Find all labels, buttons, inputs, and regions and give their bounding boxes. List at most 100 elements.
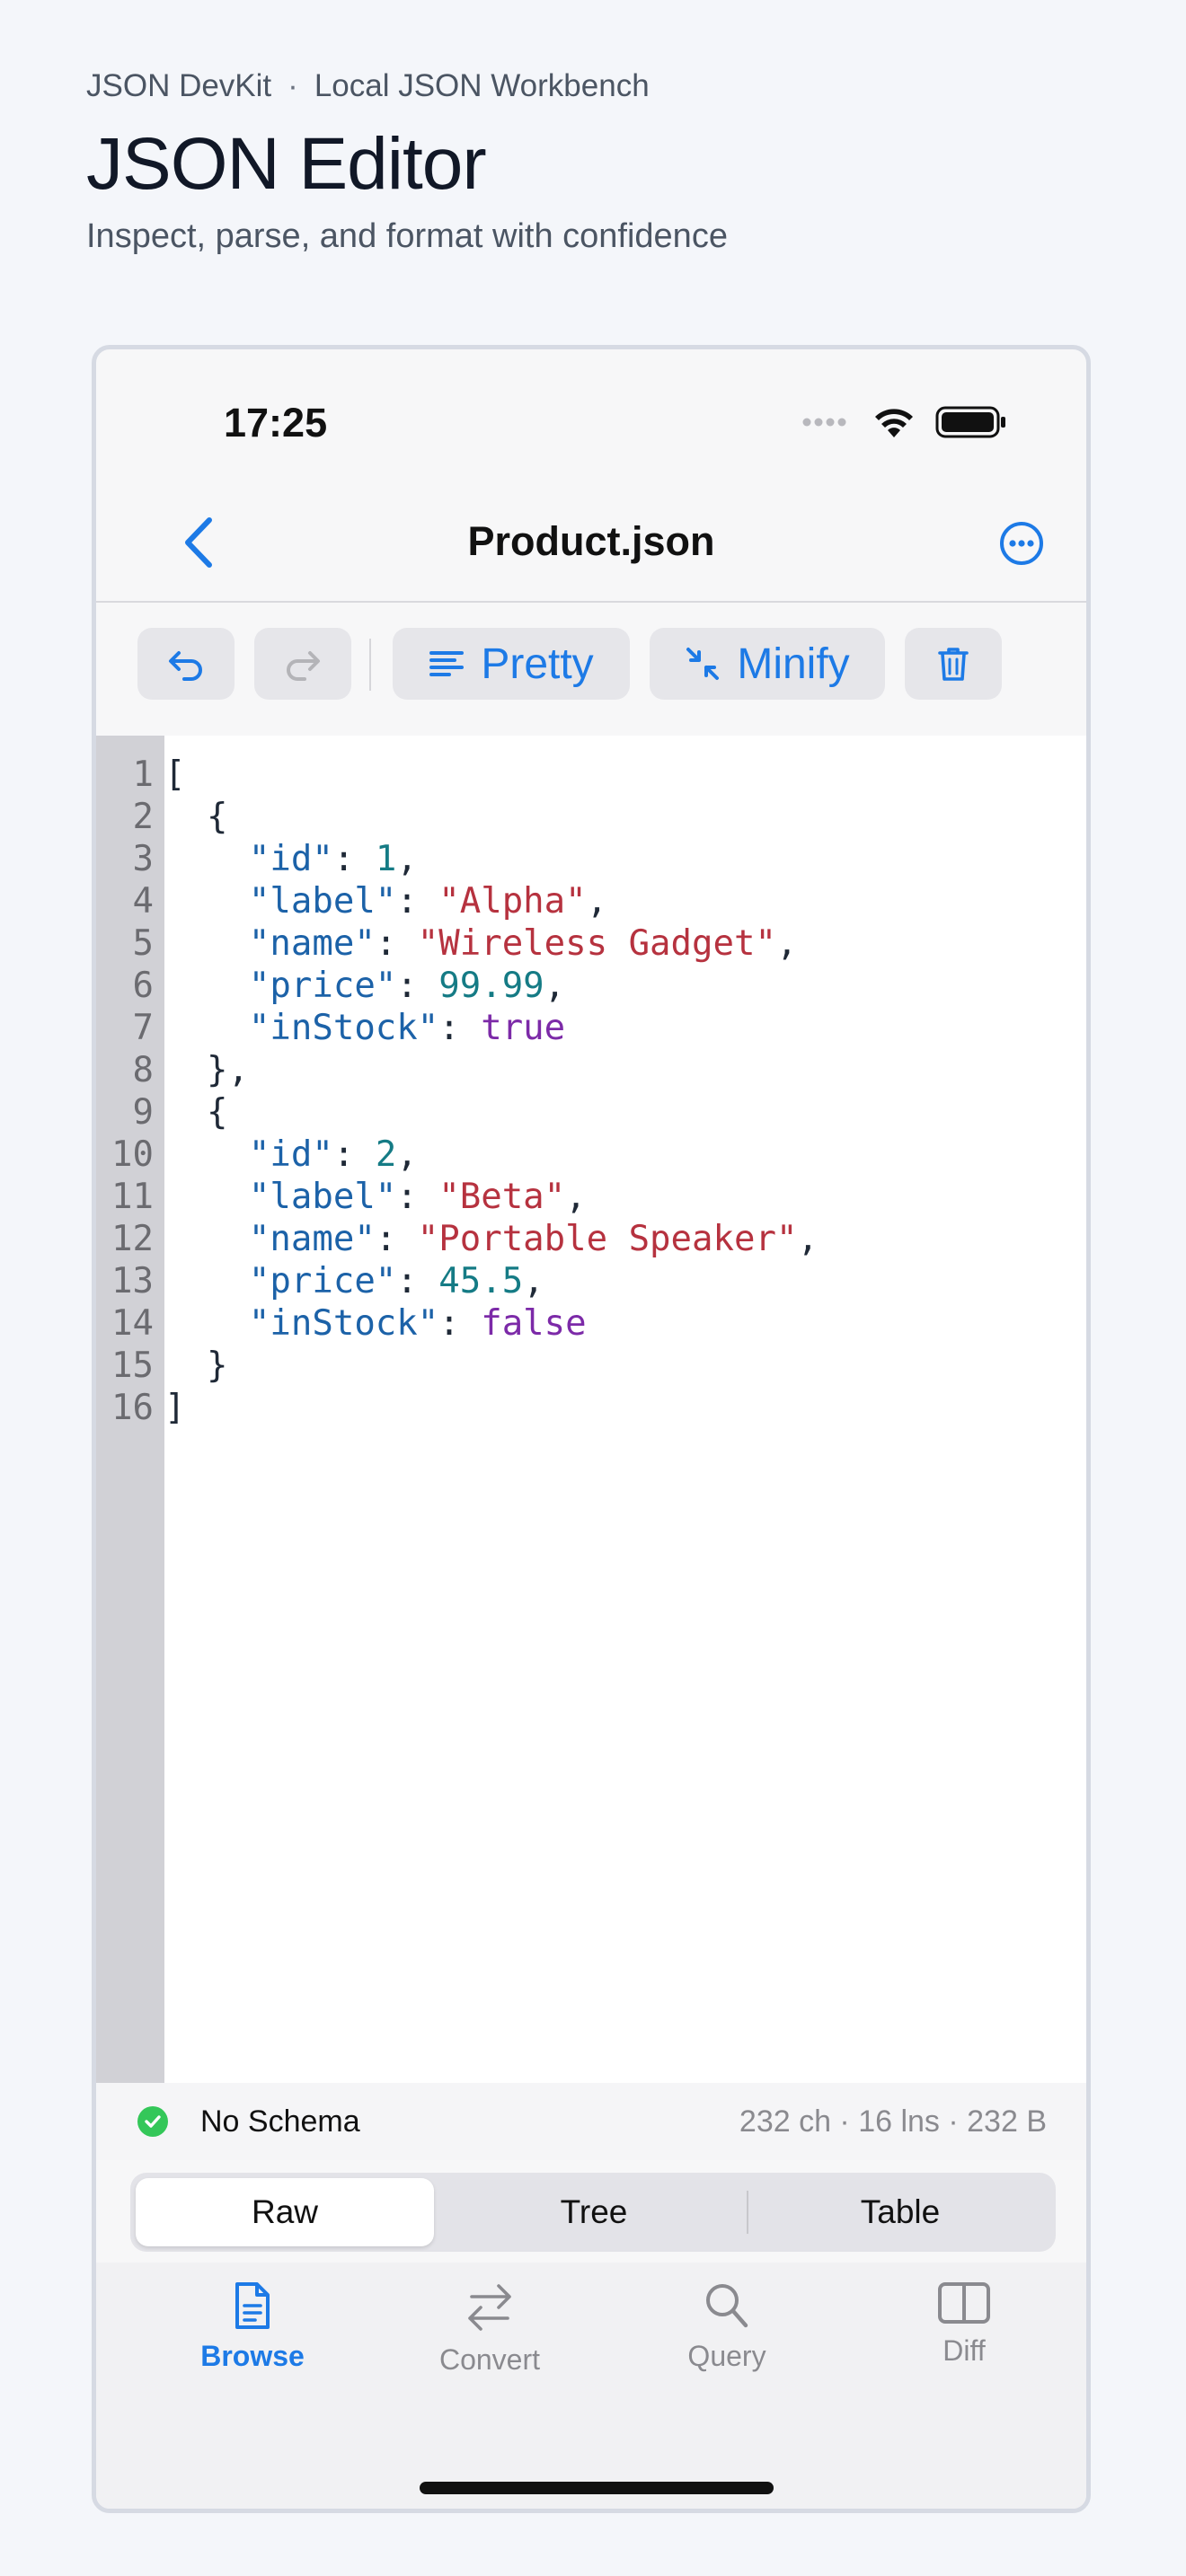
breadcrumb: JSON DevKit · Local JSON Workbench: [86, 68, 1075, 104]
code-line: 10 "id": 2,: [96, 1134, 1086, 1176]
code-token: "name": [248, 1219, 376, 1259]
tab-query[interactable]: Query: [646, 2280, 808, 2373]
code-line: 15 }: [96, 1345, 1086, 1387]
code-token: ,: [797, 1219, 819, 1259]
segment-table[interactable]: Table: [750, 2178, 1050, 2246]
code-line: 12 "name": "Portable Speaker",: [96, 1218, 1086, 1260]
text-align-left-icon: [429, 651, 465, 676]
pretty-button[interactable]: Pretty: [393, 628, 630, 700]
code-token: "Wireless Gadget": [417, 923, 776, 964]
code-token: ,: [396, 839, 418, 879]
line-number: 3: [132, 839, 154, 879]
redo-button[interactable]: [254, 628, 351, 700]
code-token: }: [164, 1345, 228, 1386]
more-options-button[interactable]: [996, 518, 1047, 569]
segment-divider: [747, 2191, 748, 2234]
line-number: 10: [111, 1134, 154, 1175]
code-area[interactable]: 1[ 2 { 3 "id": 1, 4 "label": "Alpha", 5 …: [96, 754, 1086, 1429]
code-token: ,: [565, 1177, 587, 1217]
toolbar-divider: [369, 639, 371, 691]
code-token: "id": [248, 839, 333, 879]
code-token: ,: [396, 1134, 418, 1175]
code-line: 1[: [96, 754, 1086, 796]
code-token: "id": 1,: [164, 838, 418, 880]
tab-diff[interactable]: Diff: [883, 2280, 1045, 2368]
file-title: Product.json: [467, 518, 715, 564]
wifi-icon: [875, 409, 913, 437]
code-token: 45.5: [438, 1261, 524, 1301]
code-token: {: [164, 797, 228, 837]
compress-arrows-icon: [686, 648, 720, 680]
code-token: :: [396, 1177, 439, 1217]
schema-status[interactable]: No Schema: [137, 2104, 360, 2139]
checkmark-circle-icon: [137, 2106, 168, 2137]
editor-toolbar: Pretty Minify: [96, 603, 1086, 736]
tab-convert[interactable]: Convert: [409, 2280, 571, 2377]
trash-icon: [938, 648, 969, 681]
code-token: ,: [775, 923, 798, 964]
code-token: ,: [523, 1261, 544, 1301]
code-token: ,: [544, 966, 566, 1006]
code-token: false: [481, 1303, 587, 1344]
code-token: "inStock": false: [164, 1302, 587, 1345]
status-time: 17:25: [224, 400, 328, 446]
code-line: 11 "label": "Beta",: [96, 1176, 1086, 1218]
status-bar: 17:25: [96, 349, 1086, 466]
segment-raw[interactable]: Raw: [136, 2178, 434, 2246]
line-number: 6: [132, 966, 154, 1006]
code-token: "id": 2,: [164, 1134, 418, 1176]
undo-icon: [169, 651, 202, 681]
line-number: 11: [111, 1177, 154, 1217]
code-token: "Portable Speaker": [417, 1219, 798, 1259]
code-token: "id": [248, 1134, 333, 1175]
split-view-icon: [938, 2282, 990, 2324]
home-indicator: [420, 2482, 774, 2494]
code-token: {: [164, 1091, 228, 1134]
segment-tree[interactable]: Tree: [441, 2178, 747, 2246]
code-line: 9 {: [96, 1091, 1086, 1134]
document-stats: 232 ch · 16 lns · 232 B: [739, 2104, 1047, 2139]
page-header: JSON DevKit · Local JSON Workbench JSON …: [86, 68, 1075, 256]
code-line: 7 "inStock": true: [96, 1007, 1086, 1049]
code-token: "name": "Portable Speaker",: [164, 1218, 819, 1260]
code-token: "label": "Beta",: [164, 1176, 587, 1218]
page-subtitle: Inspect, parse, and format with confiden…: [86, 217, 728, 256]
code-token: "Alpha": [438, 881, 587, 922]
code-token: ,: [586, 881, 608, 922]
line-number: 4: [132, 881, 154, 922]
clear-button[interactable]: [905, 628, 1002, 700]
page-title: JSON Editor: [86, 123, 487, 205]
code-token: 2: [375, 1134, 397, 1175]
schema-label: No Schema: [200, 2104, 360, 2139]
undo-button[interactable]: [137, 628, 235, 700]
code-token: {: [164, 796, 228, 838]
pretty-label: Pretty: [481, 640, 594, 688]
tab-browse[interactable]: Browse: [172, 2280, 333, 2373]
code-token: "inStock": true: [164, 1007, 565, 1049]
json-editor[interactable]: 1[ 2 { 3 "id": 1, 4 "label": "Alpha", 5 …: [96, 736, 1086, 2083]
line-number: 9: [132, 1092, 154, 1133]
code-line: 14 "inStock": false: [96, 1302, 1086, 1345]
section-name: Local JSON Workbench: [314, 68, 650, 103]
line-number: 14: [111, 1303, 154, 1344]
line-number: 5: [132, 923, 154, 964]
arrows-left-right-icon: [468, 2284, 511, 2331]
minify-button[interactable]: Minify: [650, 628, 885, 700]
code-token: "price": [248, 966, 397, 1006]
code-token: "name": [248, 923, 376, 964]
code-line: 8 },: [96, 1049, 1086, 1091]
code-token: ]: [164, 1387, 185, 1429]
tab-convert-label: Convert: [438, 2343, 541, 2376]
breadcrumb-separator: ·: [288, 68, 298, 103]
code-line: 4 "label": "Alpha",: [96, 880, 1086, 922]
code-token: true: [481, 1008, 566, 1048]
code-line: 13 "price": 45.5,: [96, 1260, 1086, 1302]
redo-icon: [287, 651, 320, 681]
